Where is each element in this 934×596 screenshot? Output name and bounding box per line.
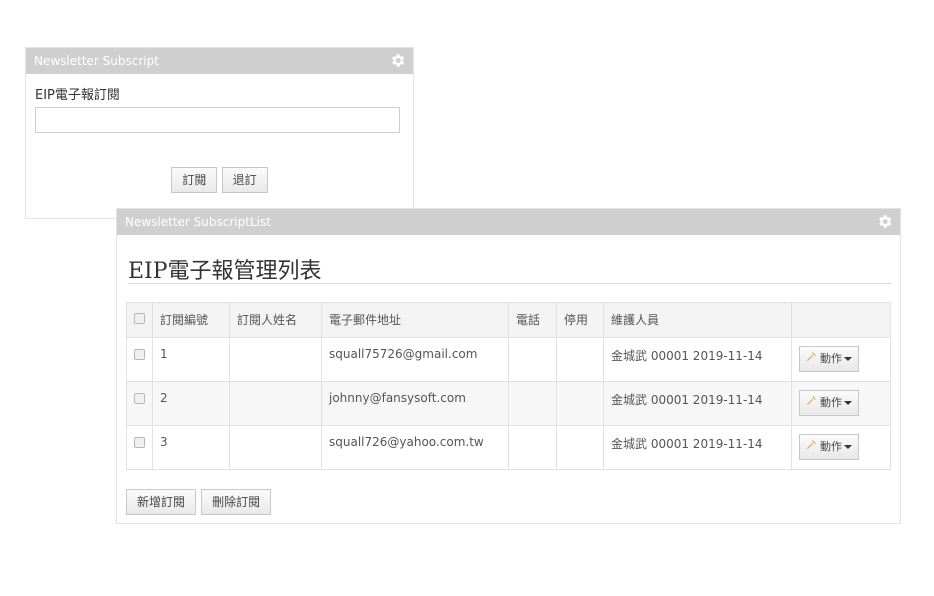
select-all-checkbox[interactable] xyxy=(134,313,145,324)
row-action-label: 動作 xyxy=(820,440,842,453)
title-divider xyxy=(128,283,891,284)
wrench-icon xyxy=(806,347,818,371)
column-header-maintainer[interactable]: 維護人員 xyxy=(603,302,792,338)
row-id: 1 xyxy=(152,337,230,382)
row-checkbox[interactable] xyxy=(134,349,145,360)
subscribe-panel-title: Newsletter Subscript xyxy=(34,54,159,68)
row-maintainer: 金城武 00001 2019-11-14 xyxy=(603,337,792,382)
row-phone xyxy=(508,381,557,426)
delete-subscription-button[interactable]: 刪除訂閱 xyxy=(201,489,272,515)
row-disabled xyxy=(556,337,604,382)
column-header-phone[interactable]: 電話 xyxy=(508,302,557,338)
row-checkbox-cell xyxy=(126,337,153,382)
row-action-cell: 動作 xyxy=(791,425,891,470)
table-row: 3 squall726@yahoo.com.tw 金城武 00001 2019-… xyxy=(126,425,891,470)
table-row: 2 johnny@fansysoft.com 金城武 00001 2019-11… xyxy=(126,381,891,426)
select-all-header xyxy=(126,302,153,338)
add-subscription-button[interactable]: 新增訂閱 xyxy=(126,489,197,515)
column-header-disabled[interactable]: 停用 xyxy=(556,302,604,338)
row-phone xyxy=(508,425,557,470)
subscribe-button[interactable]: 訂閱 xyxy=(171,167,218,193)
column-header-email[interactable]: 電子郵件地址 xyxy=(321,302,509,338)
list-panel-title: Newsletter SubscriptList xyxy=(125,215,271,229)
row-action-cell: 動作 xyxy=(791,381,891,426)
caret-down-icon xyxy=(844,401,852,405)
row-action-label: 動作 xyxy=(820,396,842,409)
row-phone xyxy=(508,337,557,382)
list-actions: 新增訂閱 刪除訂閱 xyxy=(126,489,272,515)
row-action-label: 動作 xyxy=(820,352,842,365)
caret-down-icon xyxy=(844,445,852,449)
column-header-name[interactable]: 訂閱人姓名 xyxy=(229,302,322,338)
row-action-button[interactable]: 動作 xyxy=(799,346,859,372)
table-header-row: 訂閱編號 訂閱人姓名 電子郵件地址 電話 停用 維護人員 xyxy=(126,302,891,338)
caret-down-icon xyxy=(844,357,852,361)
row-checkbox-cell xyxy=(126,381,153,426)
wrench-icon xyxy=(806,391,818,415)
row-name xyxy=(229,425,322,470)
row-id: 3 xyxy=(152,425,230,470)
row-email: johnny@fansysoft.com xyxy=(321,381,509,426)
subscribe-email-input[interactable] xyxy=(35,107,400,133)
row-checkbox[interactable] xyxy=(134,393,145,404)
row-email: squall75726@gmail.com xyxy=(321,337,509,382)
row-name xyxy=(229,337,322,382)
gear-icon[interactable] xyxy=(389,52,406,69)
row-disabled xyxy=(556,425,604,470)
subscription-table: 訂閱編號 訂閱人姓名 電子郵件地址 電話 停用 維護人員 1 squall757… xyxy=(126,302,891,470)
row-action-button[interactable]: 動作 xyxy=(799,434,859,460)
row-checkbox[interactable] xyxy=(134,437,145,448)
subscribe-panel-body: EIP電子報訂閱 xyxy=(26,74,413,143)
row-action-cell: 動作 xyxy=(791,337,891,382)
row-checkbox-cell xyxy=(126,425,153,470)
row-id: 2 xyxy=(152,381,230,426)
wrench-icon xyxy=(806,435,818,459)
subscribe-button-row: 訂閱 退訂 xyxy=(26,167,413,193)
row-maintainer: 金城武 00001 2019-11-14 xyxy=(603,381,792,426)
subscription-list-panel: Newsletter SubscriptList EIP電子報管理列表 訂閱編號… xyxy=(116,208,901,524)
page-title: EIP電子報管理列表 xyxy=(128,259,322,284)
column-header-actions xyxy=(791,302,891,338)
column-header-id[interactable]: 訂閱編號 xyxy=(152,302,230,338)
subscribe-field-label: EIP電子報訂閱 xyxy=(35,88,120,103)
row-name xyxy=(229,381,322,426)
row-disabled xyxy=(556,381,604,426)
gear-icon[interactable] xyxy=(876,213,893,230)
row-maintainer: 金城武 00001 2019-11-14 xyxy=(603,425,792,470)
row-action-button[interactable]: 動作 xyxy=(799,390,859,416)
unsubscribe-button[interactable]: 退訂 xyxy=(221,167,268,193)
subscribe-panel-header: Newsletter Subscript xyxy=(26,48,413,74)
row-email: squall726@yahoo.com.tw xyxy=(321,425,509,470)
subscribe-panel: Newsletter Subscript EIP電子報訂閱 訂閱 退訂 xyxy=(25,47,414,219)
list-panel-header: Newsletter SubscriptList xyxy=(117,209,900,235)
table-row: 1 squall75726@gmail.com 金城武 00001 2019-1… xyxy=(126,337,891,382)
